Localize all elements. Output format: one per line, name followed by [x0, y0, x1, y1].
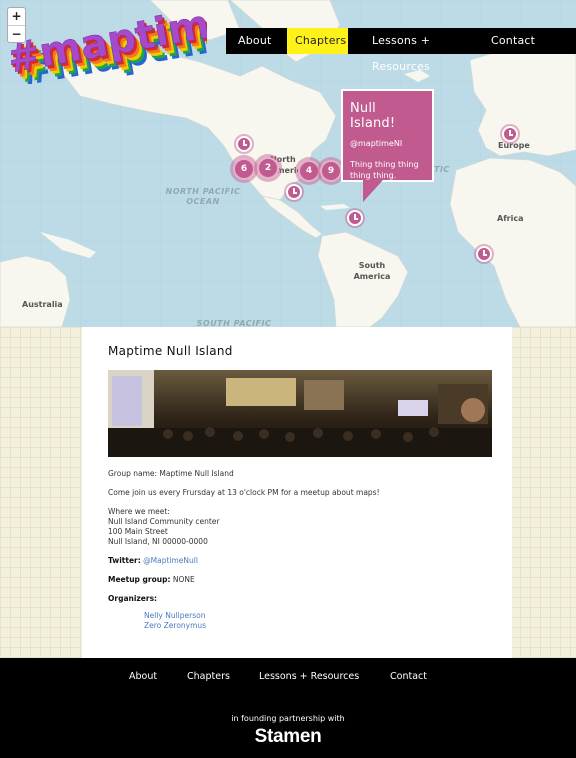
organizers-label: Organizers: — [108, 594, 158, 603]
chapter-cluster[interactable]: 2 — [257, 157, 279, 179]
twitter-label: Twitter: — [108, 556, 141, 565]
popup-description: Thing thing thing thing thing. — [350, 160, 419, 180]
label-australia: Australia — [22, 300, 63, 309]
maptime-logo-art: #maptime! #maptime! #maptime! #maptime! … — [3, 0, 271, 96]
chapter-pin[interactable] — [502, 126, 518, 142]
label-europe: Europe — [498, 141, 530, 150]
chapter-popup[interactable]: Null Island! @maptimeNI Thing thing thin… — [341, 89, 434, 202]
chapter-cluster[interactable]: 4 — [298, 160, 320, 182]
popup-handle: @maptimeNI — [350, 139, 403, 148]
zoom-out-button[interactable]: − — [8, 25, 25, 42]
meeting-address: Where we meet: Null Island Community cen… — [108, 507, 486, 547]
nav-lessons-resources[interactable]: Lessons + Resources — [348, 28, 483, 73]
meetup-photo — [108, 370, 492, 457]
address-line-1: Null Island Community center — [108, 517, 220, 526]
label-north-pacific: NORTH PACIFIC OCEAN — [165, 187, 241, 206]
twitter-link[interactable]: @MaptimeNull — [143, 556, 198, 565]
chapter-cluster[interactable]: 9 — [320, 160, 342, 182]
footer-nav-contact[interactable]: Contact — [390, 671, 427, 682]
group-name: Group name: Maptime Null Island — [108, 469, 234, 478]
address-line-2: 100 Main Street — [108, 527, 168, 536]
chapter-pin[interactable] — [476, 246, 492, 262]
nav-about[interactable]: About — [226, 28, 287, 54]
label-south-pacific: SOUTH PACIFIC — [196, 319, 272, 327]
label-south-america: South America — [353, 261, 391, 281]
label-atlantic-fragment: TIC — [434, 165, 450, 174]
meetup-label: Meetup group: — [108, 575, 171, 584]
organizers-list: Nelly Nullperson Zero Zeronymus — [108, 611, 486, 631]
chapter-detail: Maptime Null Island Group name: Maptime … — [82, 327, 512, 658]
chapter-photo — [108, 370, 492, 457]
label-africa: Africa — [497, 214, 524, 223]
footer-nav-about[interactable]: About — [129, 671, 157, 682]
organizer-link[interactable]: Nelly Nullperson — [144, 611, 486, 621]
site-footer: About Chapters Lessons + Resources Conta… — [0, 658, 576, 758]
meetup-value: NONE — [172, 575, 195, 584]
nav-contact[interactable]: Contact — [483, 28, 576, 54]
zoom-control: + − — [7, 7, 26, 43]
chapters-map[interactable]: + − #maptime! #maptime! #maptime! #mapti… — [0, 0, 576, 327]
twitter-row: Twitter: @MaptimeNull — [108, 556, 486, 566]
stamen-logo[interactable]: Stamen — [0, 726, 576, 748]
partnership-text: in founding partnership with — [231, 714, 345, 723]
meetup-row: Meetup group: NONE — [108, 575, 486, 585]
organizer-link[interactable]: Zero Zeronymus — [144, 621, 486, 631]
zoom-in-button[interactable]: + — [8, 8, 25, 25]
chapter-cluster[interactable]: 6 — [233, 158, 255, 180]
footer-nav-chapters[interactable]: Chapters — [187, 671, 230, 682]
organizers-label-row: Organizers: — [108, 594, 486, 604]
maptime-logo[interactable]: #maptime! #maptime! #maptime! #maptime! … — [3, 0, 271, 96]
main-nav: About Chapters Lessons + Resources Conta… — [226, 28, 576, 73]
chapter-title: Maptime Null Island — [108, 344, 233, 358]
where-label: Where we meet: — [108, 507, 170, 516]
address-line-3: Null Island, NI 00000-0000 — [108, 537, 208, 546]
chapter-description: Come join us every Frursday at 13 o'cloc… — [108, 488, 380, 497]
chapter-pin[interactable] — [286, 184, 302, 200]
footer-nav-lessons-resources[interactable]: Lessons + Resources — [259, 671, 359, 682]
popup-title: Null Island! — [350, 101, 396, 131]
chapter-pin[interactable] — [236, 136, 252, 152]
nav-chapters[interactable]: Chapters — [287, 28, 348, 54]
chapter-pin-null-island[interactable] — [347, 210, 363, 226]
